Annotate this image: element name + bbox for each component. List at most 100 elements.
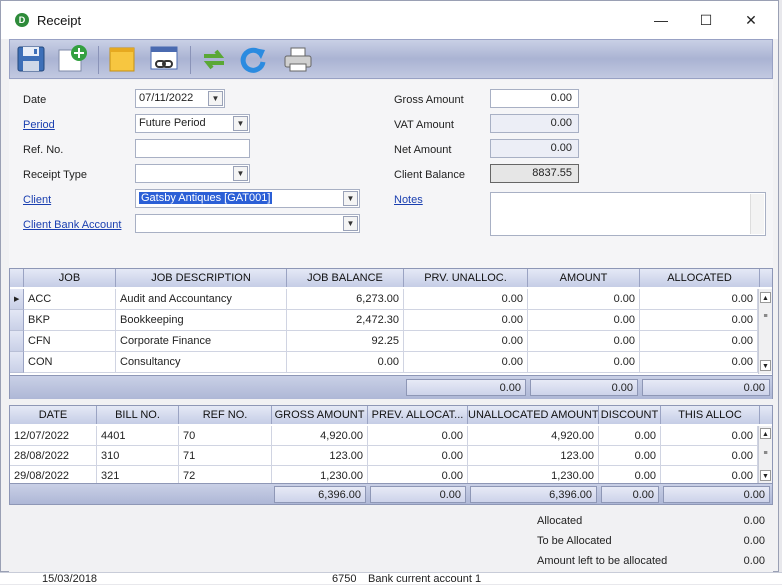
minimize-button[interactable]: —	[641, 7, 681, 33]
column-header[interactable]: PREV. ALLOCAT...	[368, 406, 468, 424]
prv-unalloc-cell[interactable]: 0.00	[404, 352, 528, 373]
amount-cell[interactable]: 0.00	[528, 310, 640, 331]
link-icon[interactable]	[148, 44, 180, 74]
allocated-cell[interactable]: 0.00	[640, 352, 758, 373]
job-description-cell[interactable]: Consultancy	[116, 352, 287, 373]
column-header[interactable]: THIS ALLOC	[661, 406, 760, 424]
client-bank-account-select[interactable]: ▼	[135, 214, 360, 233]
date-cell[interactable]: 12/07/2022	[10, 426, 97, 446]
gross-amount-cell[interactable]: 123.00	[272, 446, 368, 466]
job-cell[interactable]: ACC	[24, 289, 116, 310]
table-row[interactable]: 12/07/2022 4401 70 4,920.00 0.00 4,920.0…	[10, 426, 772, 446]
close-button[interactable]: ✕	[731, 7, 771, 33]
job-cell[interactable]: CON	[24, 352, 116, 373]
period-link[interactable]: Period	[23, 119, 55, 131]
prv-unalloc-cell[interactable]: 0.00	[404, 310, 528, 331]
scroll-thumb-icon[interactable]: ≡	[760, 448, 771, 459]
amount-cell[interactable]: 0.00	[528, 331, 640, 352]
chevron-down-icon[interactable]: ▼	[208, 91, 223, 106]
column-header[interactable]: JOB DESCRIPTION	[116, 269, 287, 287]
unallocated-amount-cell[interactable]: 1,230.00	[468, 466, 599, 484]
job-balance-cell[interactable]: 2,472.30	[287, 310, 404, 331]
chevron-down-icon[interactable]: ▼	[343, 191, 358, 206]
print-icon[interactable]	[282, 44, 314, 74]
discount-cell[interactable]: 0.00	[599, 446, 661, 466]
column-header[interactable]: JOB	[24, 269, 116, 287]
table-row[interactable]: CFN Corporate Finance 92.25 0.00 0.00 0.…	[10, 331, 772, 352]
bill-no-cell[interactable]: 4401	[97, 426, 179, 446]
unallocated-amount-cell[interactable]: 123.00	[468, 446, 599, 466]
table-row[interactable]: ▶ ACC Audit and Accountancy 6,273.00 0.0…	[10, 289, 772, 310]
ref-no-input[interactable]	[135, 139, 250, 158]
prev-allocated-cell[interactable]: 0.00	[368, 466, 468, 484]
gross-amount-cell[interactable]: 4,920.00	[272, 426, 368, 446]
client-select[interactable]: Gatsby Antiques [GAT001] ▼	[135, 189, 360, 208]
prv-unalloc-cell[interactable]: 0.00	[404, 331, 528, 352]
client-link[interactable]: Client	[23, 194, 51, 206]
ref-no-cell[interactable]: 71	[179, 446, 272, 466]
bills-scrollbar[interactable]: ▲ ≡ ▼	[758, 426, 772, 484]
job-cell[interactable]: BKP	[24, 310, 116, 331]
bill-no-cell[interactable]: 310	[97, 446, 179, 466]
scroll-up-icon[interactable]: ▲	[760, 428, 771, 439]
client-bank-account-link[interactable]: Client Bank Account	[23, 219, 121, 231]
table-row[interactable]: BKP Bookkeeping 2,472.30 0.00 0.00 0.00	[10, 310, 772, 331]
gross-amount-input[interactable]: 0.00	[490, 89, 579, 108]
job-cell[interactable]: CFN	[24, 331, 116, 352]
column-header[interactable]: BILL NO.	[97, 406, 179, 424]
column-header[interactable]: UNALLOCATED AMOUNT	[468, 406, 599, 424]
date-field[interactable]: 07/11/2022 ▼	[135, 89, 225, 108]
notes-textarea[interactable]	[490, 192, 766, 236]
scroll-down-icon[interactable]: ▼	[760, 470, 771, 481]
column-header[interactable]: DATE	[10, 406, 97, 424]
table-row[interactable]: CON Consultancy 0.00 0.00 0.00 0.00	[10, 352, 772, 373]
maximize-button[interactable]: ☐	[686, 7, 726, 33]
column-header[interactable]: JOB BALANCE	[287, 269, 404, 287]
save-icon[interactable]	[15, 44, 47, 74]
amount-cell[interactable]: 0.00	[528, 352, 640, 373]
unallocated-amount-cell[interactable]: 4,920.00	[468, 426, 599, 446]
allocated-cell[interactable]: 0.00	[640, 310, 758, 331]
job-description-cell[interactable]: Audit and Accountancy	[116, 289, 287, 310]
discount-cell[interactable]: 0.00	[599, 466, 661, 484]
bill-no-cell[interactable]: 321	[97, 466, 179, 484]
scroll-down-icon[interactable]: ▼	[760, 360, 771, 371]
column-header[interactable]: REF NO.	[179, 406, 272, 424]
column-header[interactable]: AMOUNT	[528, 269, 640, 287]
scroll-up-icon[interactable]: ▲	[760, 292, 771, 303]
prv-unalloc-cell[interactable]: 0.00	[404, 289, 528, 310]
amount-cell[interactable]: 0.00	[528, 289, 640, 310]
column-header[interactable]: DISCOUNT	[599, 406, 661, 424]
discount-cell[interactable]: 0.00	[599, 426, 661, 446]
gross-amount-cell[interactable]: 1,230.00	[272, 466, 368, 484]
allocated-cell[interactable]: 0.00	[640, 289, 758, 310]
ref-no-cell[interactable]: 72	[179, 466, 272, 484]
prev-allocated-cell[interactable]: 0.00	[368, 426, 468, 446]
period-select[interactable]: Future Period ▼	[135, 114, 250, 133]
this-alloc-cell[interactable]: 0.00	[661, 446, 758, 466]
job-description-cell[interactable]: Corporate Finance	[116, 331, 287, 352]
column-header[interactable]: GROSS AMOUNT	[272, 406, 368, 424]
notes-scrollbar[interactable]	[750, 194, 764, 234]
chevron-down-icon[interactable]: ▼	[233, 166, 248, 181]
prev-allocated-cell[interactable]: 0.00	[368, 446, 468, 466]
new-icon[interactable]	[55, 44, 87, 74]
column-header[interactable]: PRV. UNALLOC.	[404, 269, 528, 287]
ref-no-cell[interactable]: 70	[179, 426, 272, 446]
notes-link[interactable]: Notes	[394, 194, 423, 206]
this-alloc-cell[interactable]: 0.00	[661, 426, 758, 446]
receipt-type-select[interactable]: ▼	[135, 164, 250, 183]
this-alloc-cell[interactable]: 0.00	[661, 466, 758, 484]
scroll-thumb-icon[interactable]: ≡	[760, 311, 771, 322]
job-balance-cell[interactable]: 0.00	[287, 352, 404, 373]
note-icon[interactable]	[106, 44, 138, 74]
date-cell[interactable]: 28/08/2022	[10, 446, 97, 466]
table-row[interactable]: 29/08/2022 321 72 1,230.00 0.00 1,230.00…	[10, 466, 772, 484]
date-cell[interactable]: 29/08/2022	[10, 466, 97, 484]
column-header[interactable]: ALLOCATED	[640, 269, 760, 287]
job-balance-cell[interactable]: 92.25	[287, 331, 404, 352]
chevron-down-icon[interactable]: ▼	[343, 216, 358, 231]
table-row[interactable]: 28/08/2022 310 71 123.00 0.00 123.00 0.0…	[10, 446, 772, 466]
job-balance-cell[interactable]: 6,273.00	[287, 289, 404, 310]
jobs-scrollbar[interactable]: ▲ ≡ ▼	[758, 289, 772, 374]
